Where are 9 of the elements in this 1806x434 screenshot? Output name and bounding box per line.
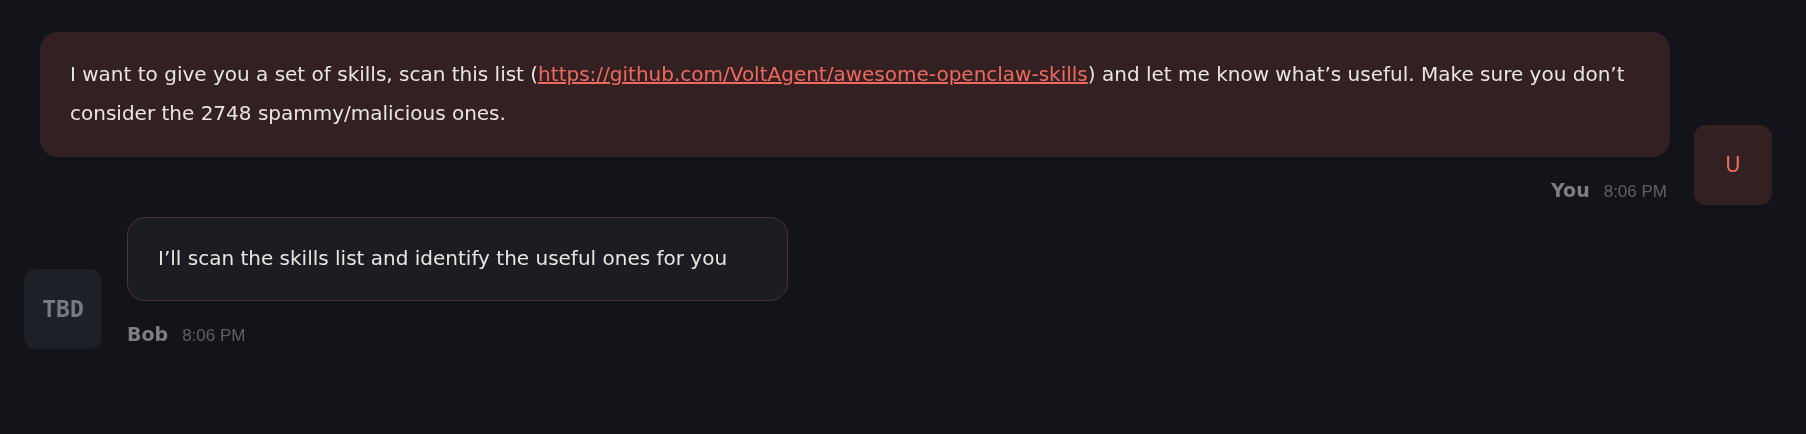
message-text: I’ll scan the skills list and identify the useful ones for you (158, 246, 728, 270)
message-text: I want to give you a set of skills, scan this list (https://github.com/VoltAgent/awesome-openclaw-skills) and let me know what’s useful. Make sure you don’t consider the 2748 spammy/malicious ones. (70, 62, 1625, 125)
user-avatar: U (1694, 125, 1772, 205)
bot-avatar: TBD (24, 269, 102, 349)
message-link[interactable]: https://github.com/VoltAgent/awesome-openclaw-skills (538, 62, 1088, 86)
message-time: 8:06 PM (182, 326, 246, 346)
message-time: 8:06 PM (1603, 182, 1667, 202)
sender-name: Bob (127, 323, 169, 345)
sender-name: You (1551, 179, 1590, 201)
